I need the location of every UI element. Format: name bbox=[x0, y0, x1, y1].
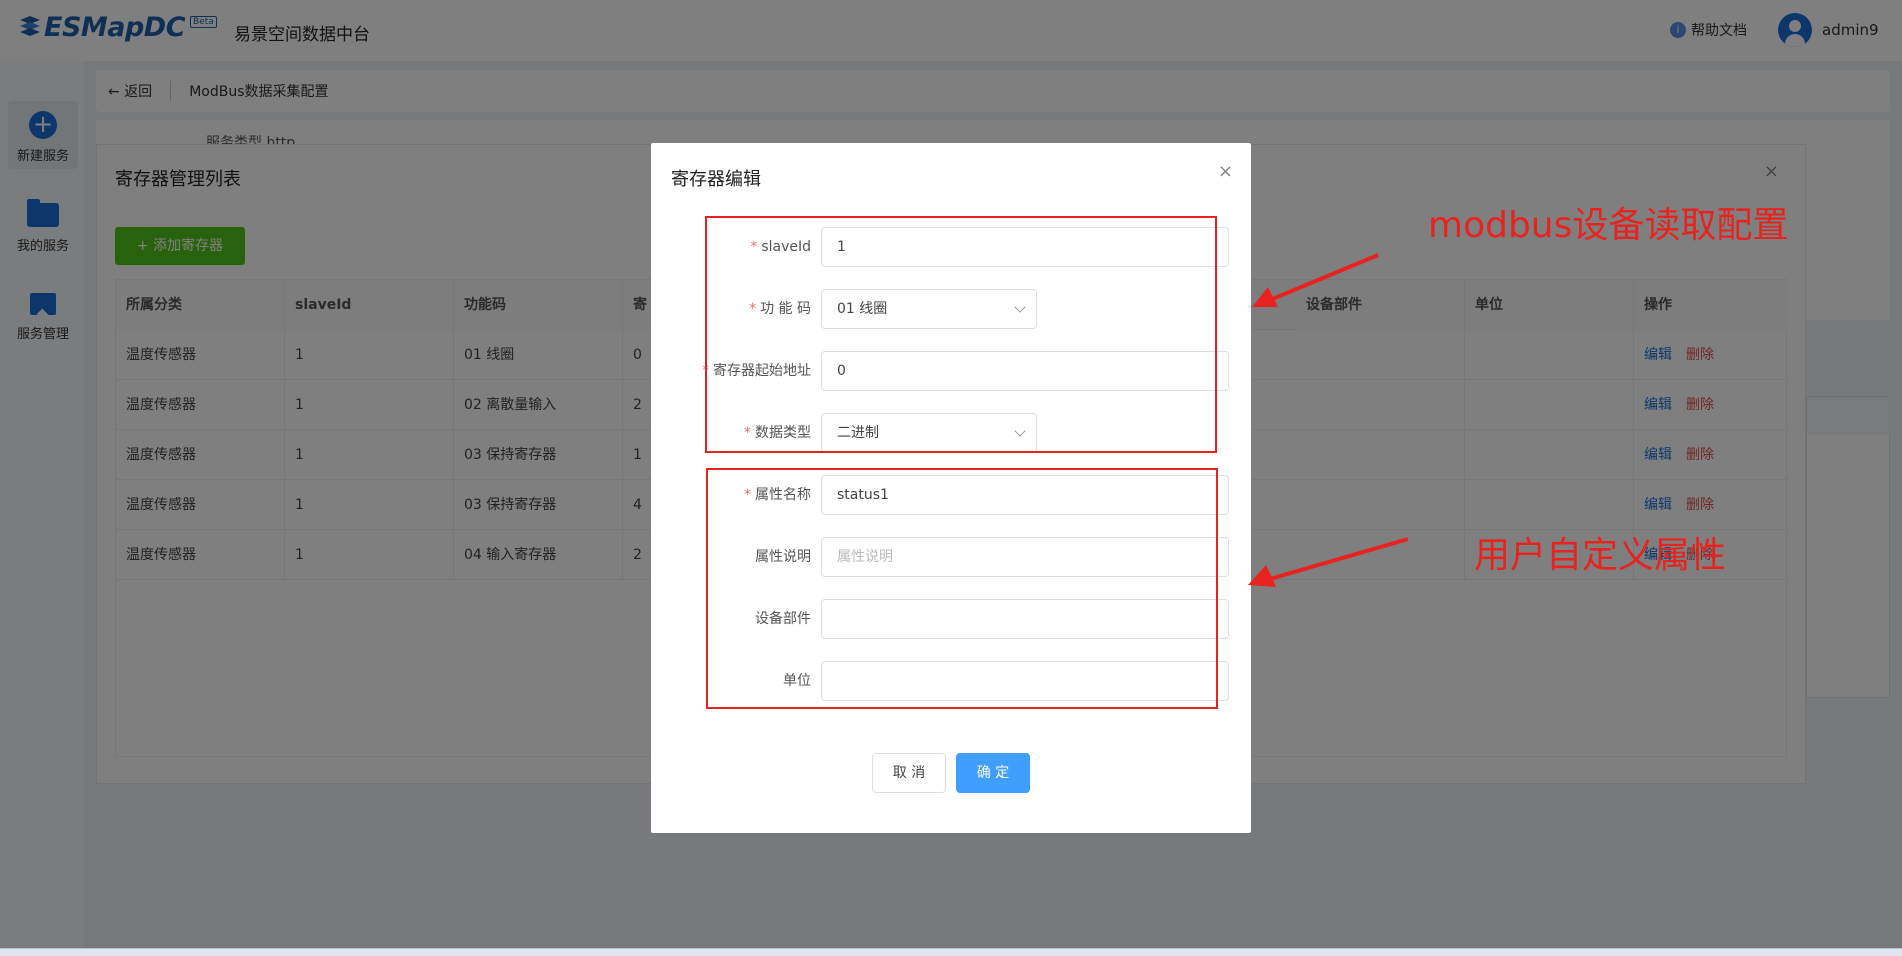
annotation-text-custom-attrs: 用户自定义属性 bbox=[1474, 535, 1727, 576]
annotation-arrow-bottom-icon bbox=[1248, 537, 1409, 587]
confirm-button[interactable]: 确 定 bbox=[956, 753, 1030, 793]
annotation-text-modbus: modbus设备读取配置 bbox=[1428, 205, 1789, 246]
annotation-box-modbus bbox=[705, 216, 1217, 453]
annotation-box-custom-attrs bbox=[706, 468, 1218, 709]
close-icon[interactable]: × bbox=[1218, 161, 1233, 182]
os-taskbar bbox=[0, 948, 1902, 956]
dialog-title: 寄存器编辑 bbox=[671, 169, 761, 190]
cancel-button[interactable]: 取 消 bbox=[872, 753, 946, 793]
annotation-arrow-top-icon bbox=[1252, 253, 1379, 307]
